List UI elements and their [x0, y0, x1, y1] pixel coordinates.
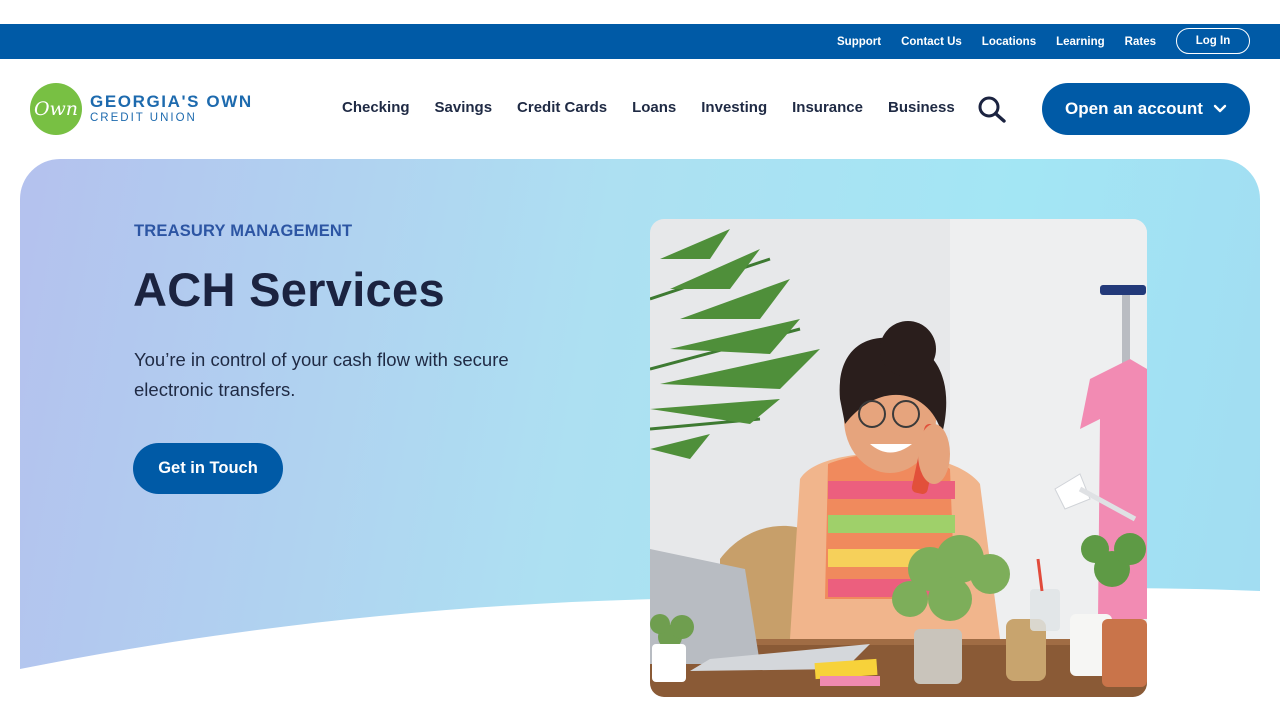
- nav-item-credit-cards[interactable]: Credit Cards: [517, 99, 607, 116]
- hero-eyebrow: TREASURY MANAGEMENT: [134, 222, 353, 240]
- hero-photo: [650, 219, 1147, 697]
- utility-links: Support Contact Us Locations Learning Ra…: [837, 24, 1156, 59]
- page-title: ACH Services: [133, 263, 445, 316]
- woman-on-phone-image: [650, 219, 1147, 697]
- open-account-label: Open an account: [1065, 99, 1203, 118]
- utility-link-rates[interactable]: Rates: [1125, 36, 1156, 48]
- utility-link-locations[interactable]: Locations: [982, 36, 1036, 48]
- nav-item-insurance[interactable]: Insurance: [792, 99, 863, 116]
- logo-mark: Own: [30, 83, 82, 135]
- nav-item-investing[interactable]: Investing: [701, 99, 767, 116]
- main-nav: Checking Savings Credit Cards Loans Inve…: [342, 99, 980, 116]
- nav-item-business[interactable]: Business: [888, 99, 955, 116]
- chevron-down-icon: [1213, 104, 1227, 113]
- search-icon: [978, 96, 1006, 123]
- hero-subtitle: You’re in control of your cash flow with…: [134, 349, 509, 400]
- nav-item-savings[interactable]: Savings: [435, 99, 493, 116]
- utility-link-learning[interactable]: Learning: [1056, 36, 1105, 48]
- page: Support Contact Us Locations Learning Ra…: [0, 0, 1280, 720]
- open-account-button[interactable]: Open an account: [1042, 83, 1250, 135]
- login-button[interactable]: Log In: [1176, 28, 1250, 54]
- nav-item-checking[interactable]: Checking: [342, 99, 410, 116]
- logo-subname: CREDIT UNION: [90, 112, 197, 125]
- get-in-touch-button[interactable]: Get in Touch: [133, 443, 283, 494]
- utility-bar: Support Contact Us Locations Learning Ra…: [0, 24, 1280, 59]
- utility-link-support[interactable]: Support: [837, 36, 881, 48]
- search-button[interactable]: [976, 95, 1008, 123]
- utility-link-contact-us[interactable]: Contact Us: [901, 36, 962, 48]
- logo-text: GEORGIA'S OWN CREDIT UNION: [90, 93, 253, 125]
- logo[interactable]: Own GEORGIA'S OWN CREDIT UNION: [30, 83, 253, 135]
- logo-name: GEORGIA'S OWN: [90, 92, 253, 112]
- nav-item-loans[interactable]: Loans: [632, 99, 676, 116]
